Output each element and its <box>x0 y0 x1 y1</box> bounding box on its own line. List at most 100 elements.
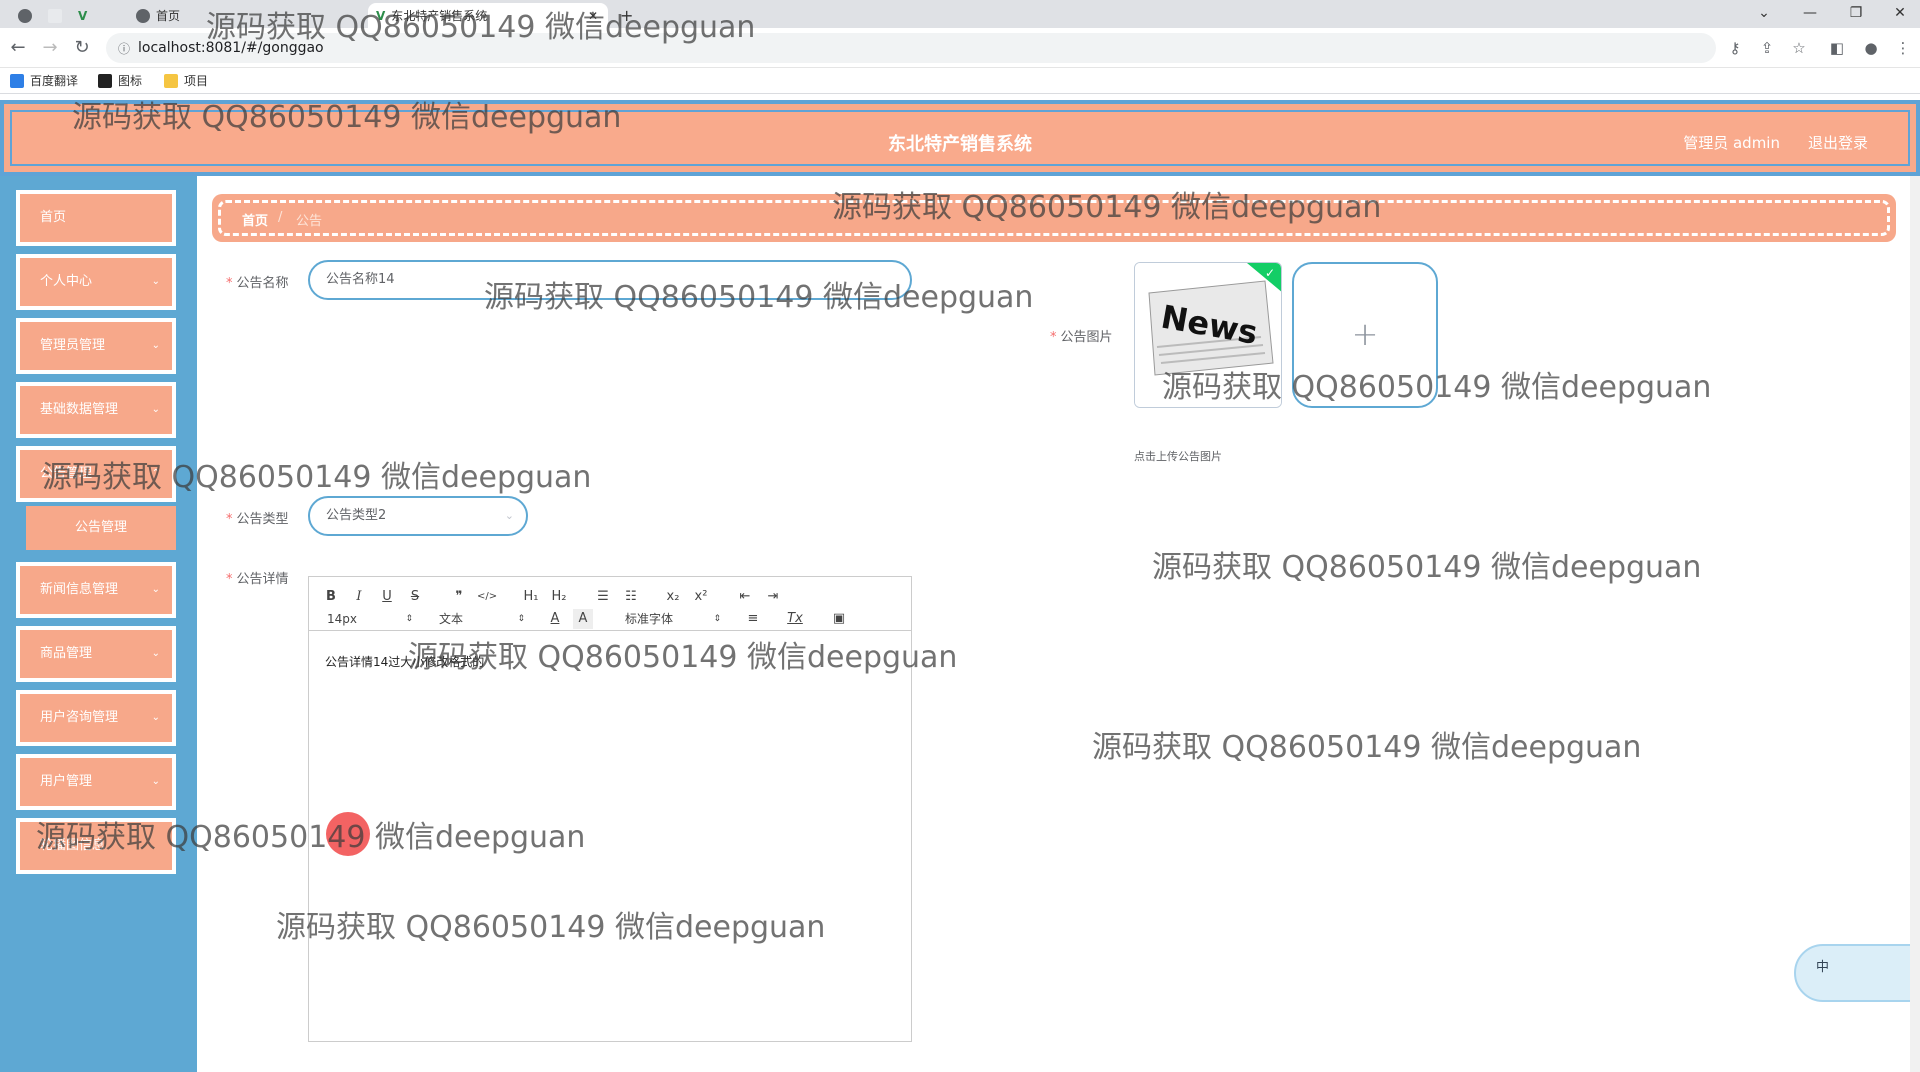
watermark: 源码获取 QQ86050149 微信deepguan <box>1152 550 1702 585</box>
rich-text-editor[interactable]: B I U S ❞ </> H₁ H₂ ☰ ☷ x₂ x² ⇤ ⇥ 14px ⇕ … <box>308 576 912 1042</box>
sidepanel-icon[interactable]: ◧ <box>1826 37 1848 59</box>
tab-search-button[interactable]: ⌄ <box>1744 2 1784 26</box>
superscript-button[interactable]: x² <box>691 587 711 607</box>
bookmark-label: 图标 <box>118 74 143 88</box>
logout-link[interactable]: 退出登录 <box>1808 132 1868 153</box>
format-value: 文本 <box>439 612 464 626</box>
chevron-down-icon: ⌄ <box>151 276 160 287</box>
type-select[interactable]: 公告类型2 ⌄ <box>308 496 528 536</box>
new-tab-button[interactable]: + <box>612 3 641 28</box>
sidebar-item-carousel[interactable]: 轮播图信息 <box>16 818 176 874</box>
sidebar-item-users[interactable]: 用户管理 ⌄ <box>16 754 176 810</box>
back-icon[interactable]: ← <box>6 36 30 60</box>
sidebar: 首页 个人中心 ⌄ 管理员管理 ⌄ 基础数据管理 ⌄ 公告管理 ⌃ 公告管理 新闻信息管… <box>0 176 197 1072</box>
restore-button[interactable]: ❐ <box>1836 2 1876 26</box>
detail-label: * 公告详情 <box>226 572 289 587</box>
key-icon[interactable]: ⚷ <box>1724 37 1746 59</box>
heading-1-button[interactable]: H₁ <box>521 587 541 607</box>
chevron-up-icon: ⌃ <box>151 468 160 479</box>
sidebar-item-goods[interactable]: 商品管理 ⌄ <box>16 626 176 682</box>
sidebar-item-label: 公告管理 <box>40 466 93 481</box>
sidebar-item-label: 新闻信息管理 <box>40 582 119 597</box>
tab-favicon-2[interactable] <box>40 3 70 28</box>
close-icon[interactable]: ✕ <box>588 9 598 23</box>
breadcrumb-home[interactable]: 首页 <box>242 210 268 229</box>
background-color-button[interactable]: A <box>573 609 593 629</box>
bookmark-label: 百度翻译 <box>30 74 79 88</box>
text-color-button[interactable]: A <box>545 609 565 629</box>
minimize-button[interactable]: — <box>1790 2 1830 26</box>
underline-button[interactable]: U <box>377 587 397 607</box>
indent-button[interactable]: ⇥ <box>763 587 783 607</box>
tab-home[interactable]: 首页 <box>128 3 188 28</box>
notice-image-thumbnail[interactable]: News ✓ <box>1134 262 1282 408</box>
app-header: 东北特产销售系统 管理员 admin 退出登录 <box>0 100 1920 176</box>
close-window-button[interactable]: ✕ <box>1880 2 1920 26</box>
sidebar-subitem-notice-manage[interactable]: 公告管理 <box>26 506 176 550</box>
star-icon[interactable]: ☆ <box>1788 37 1810 59</box>
translate-icon <box>10 73 24 88</box>
chevron-down-icon: ⌄ <box>504 509 514 522</box>
sidebar-item-news[interactable]: 新闻信息管理 ⌄ <box>16 562 176 618</box>
font-size-select[interactable]: 14px ⇕ <box>327 609 413 629</box>
profile-icon[interactable]: ● <box>1860 37 1882 59</box>
title-label: * 公告名称 <box>226 276 289 291</box>
chevron-down-icon: ⌄ <box>151 340 160 351</box>
share-icon[interactable]: ⇪ <box>1756 37 1778 59</box>
insert-image-button[interactable]: ▣ <box>829 609 849 629</box>
sidebar-item-admin[interactable]: 管理员管理 ⌄ <box>16 318 176 374</box>
strike-button[interactable]: S <box>405 587 425 607</box>
ime-label: 中 <box>1816 960 1830 975</box>
sidebar-item-personal-center[interactable]: 个人中心 ⌄ <box>16 254 176 310</box>
sidebar-item-home[interactable]: 首页 <box>16 190 176 246</box>
bookmark-project[interactable]: 项目 <box>164 72 208 89</box>
chevron-down-icon: ⌄ <box>151 584 160 595</box>
upload-image-button[interactable]: + <box>1292 262 1438 408</box>
sidebar-item-label: 个人中心 <box>40 274 93 289</box>
sidebar-item-label: 用户管理 <box>40 774 93 789</box>
sidebar-item-base-data[interactable]: 基础数据管理 ⌄ <box>16 382 176 438</box>
page-scrollbar[interactable] <box>1910 176 1920 1072</box>
tab-label: 首页 <box>156 9 181 23</box>
italic-button[interactable]: I <box>349 587 369 607</box>
menu-icon[interactable]: ⋮ <box>1892 37 1914 59</box>
editor-content[interactable]: 公告详情14过大小修改格式的 <box>325 653 484 670</box>
updown-icon: ⇕ <box>405 614 413 624</box>
bold-button[interactable]: B <box>321 587 341 607</box>
code-block-button[interactable]: </> <box>477 587 497 607</box>
info-icon[interactable]: ⓘ <box>118 40 130 57</box>
tab-active[interactable]: V 东北特产销售系统 ✕ <box>368 3 608 28</box>
outdent-button[interactable]: ⇤ <box>735 587 755 607</box>
bullet-list-button[interactable]: ☷ <box>621 587 641 607</box>
tab-favicon-3[interactable]: V <box>70 3 95 28</box>
chevron-down-icon: ⌄ <box>151 648 160 659</box>
sidebar-item-label: 管理员管理 <box>40 338 106 353</box>
app-title: 东北特产销售系统 <box>888 134 1032 155</box>
font-family-value: 标准字体 <box>625 612 674 626</box>
bookmark-baidu-translate[interactable]: 百度翻译 <box>10 72 78 89</box>
subscript-button[interactable]: x₂ <box>663 587 683 607</box>
font-family-select[interactable]: 标准字体 ⇕ <box>625 609 721 629</box>
bookmark-icons[interactable]: 图标 <box>98 72 142 89</box>
sidebar-item-notice[interactable]: 公告管理 ⌃ <box>16 446 176 502</box>
format-select[interactable]: 文本 ⇕ <box>439 609 525 629</box>
align-button[interactable]: ≡ <box>743 609 763 629</box>
chevron-down-icon: ⌄ <box>151 404 160 415</box>
click-indicator <box>326 812 370 856</box>
blockquote-button[interactable]: ❞ <box>449 587 469 607</box>
tab-favicon-1[interactable] <box>10 3 40 28</box>
plus-icon: + <box>1351 315 1379 353</box>
check-icon: ✓ <box>1265 266 1275 280</box>
updown-icon: ⇕ <box>517 614 525 624</box>
forward-icon[interactable]: → <box>38 36 62 60</box>
sidebar-item-consult[interactable]: 用户咨询管理 ⌄ <box>16 690 176 746</box>
ime-widget[interactable]: 中 <box>1794 944 1920 1002</box>
title-input-value: 公告名称14 <box>326 272 395 287</box>
heading-2-button[interactable]: H₂ <box>549 587 569 607</box>
title-input[interactable]: 公告名称14 <box>308 260 912 300</box>
ordered-list-button[interactable]: ☰ <box>593 587 613 607</box>
address-bar[interactable]: ⓘ localhost:8081/#/gonggao <box>106 33 1716 63</box>
reload-icon[interactable]: ↻ <box>70 36 94 60</box>
globe-icon <box>136 8 150 23</box>
clear-format-button[interactable]: Tx <box>785 609 805 629</box>
